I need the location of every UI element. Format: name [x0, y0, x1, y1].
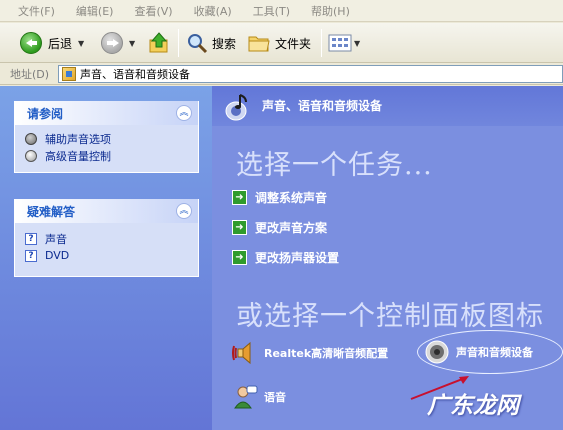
back-dropdown-icon[interactable]: ▼ — [78, 39, 84, 48]
icon-realtek-hd-audio[interactable]: Realtek高清晰音频配置 — [232, 340, 388, 366]
menu-edit[interactable]: 编辑(E) — [76, 3, 114, 19]
up-folder-icon — [149, 32, 168, 53]
up-folder-button[interactable] — [148, 29, 170, 57]
task-label: 更改扬声器设置 — [255, 251, 340, 265]
task-heading: 选择一个任务... — [236, 150, 433, 181]
address-value: 声音、语音和音频设备 — [80, 68, 190, 81]
icon-speech[interactable]: 语音 — [232, 384, 286, 410]
menu-view[interactable]: 查看(V) — [134, 3, 172, 19]
collapse-chevron-icon[interactable]: ︽ — [176, 105, 192, 121]
address-field[interactable]: 声音、语音和音频设备 — [58, 65, 563, 83]
see-also-panel: 请参阅 ︽ 辅助声音选项 高级音量控制 — [14, 101, 199, 173]
link-label: 声音 — [45, 232, 67, 246]
volume-icon — [25, 149, 37, 162]
category-title: 声音、语音和音频设备 — [262, 99, 383, 113]
see-also-body: 辅助声音选项 高级音量控制 — [15, 125, 198, 172]
collapse-chevron-icon[interactable]: ︽ — [176, 203, 192, 219]
help-question-icon: ? — [25, 232, 37, 245]
speaker-icon — [232, 341, 251, 365]
link-label: 辅助声音选项 — [45, 132, 111, 146]
views-grid-icon — [328, 34, 352, 52]
menu-bar: 文件(F) 编辑(E) 查看(V) 收藏(A) 工具(T) 帮助(H) — [0, 0, 563, 22]
address-label: 地址(D) — [10, 67, 50, 81]
search-button[interactable]: 搜索 — [186, 29, 236, 57]
highlight-ellipse — [417, 330, 563, 374]
task-change-speaker-settings[interactable]: ➜ 更改扬声器设置 — [232, 249, 339, 266]
see-also-title: 请参阅 — [27, 106, 64, 121]
troubleshoot-panel: 疑难解答 ︽ ? 声音 ? DVD — [14, 199, 199, 277]
toolbar-separator — [321, 29, 322, 57]
watermark-text: 广东龙网 — [427, 392, 519, 419]
speech-person-icon — [234, 385, 258, 409]
task-label: 调整系统声音 — [255, 191, 328, 205]
toolbar-separator — [178, 29, 179, 57]
menu-file[interactable]: 文件(F) — [18, 3, 55, 19]
green-arrow-icon: ➜ — [232, 220, 247, 235]
menu-tools[interactable]: 工具(T) — [253, 3, 290, 19]
folders-label: 文件夹 — [275, 36, 312, 51]
icon-label: 语音 — [264, 391, 286, 404]
search-icon — [188, 34, 208, 54]
troubleshoot-title: 疑难解答 — [27, 204, 76, 219]
control-panel-heading: 或选择一个控制面板图标 — [236, 301, 544, 332]
link-accessibility-sound[interactable]: 辅助声音选项 — [25, 130, 188, 147]
green-arrow-icon: ➜ — [232, 250, 247, 265]
control-panel-window: 文件(F) 编辑(E) 查看(V) 收藏(A) 工具(T) 帮助(H) 后退 ▼… — [0, 0, 563, 430]
forward-button[interactable]: ▼ — [101, 29, 135, 57]
forward-arrow-icon — [101, 32, 123, 54]
forward-dropdown-icon[interactable]: ▼ — [129, 39, 135, 48]
task-label: 更改声音方案 — [255, 221, 328, 235]
folder-icon — [248, 36, 270, 52]
see-also-header[interactable]: 请参阅 ︽ — [15, 101, 198, 125]
help-question-icon: ? — [25, 249, 37, 262]
folders-button[interactable]: 文件夹 — [248, 29, 311, 57]
green-arrow-icon: ➜ — [232, 190, 247, 205]
icon-label: Realtek高清晰音频配置 — [264, 347, 389, 360]
accessibility-icon — [25, 132, 37, 145]
link-troubleshoot-dvd[interactable]: ? DVD — [25, 247, 188, 264]
category-header: 声音、语音和音频设备 — [212, 86, 563, 126]
views-button[interactable]: ▼ — [328, 29, 360, 57]
search-label: 搜索 — [212, 36, 237, 51]
back-button[interactable]: 后退 ▼ — [20, 29, 84, 57]
link-volume-control[interactable]: 高级音量控制 — [25, 147, 188, 164]
address-bar: 地址(D) 声音、语音和音频设备 — [0, 63, 563, 85]
back-label: 后退 — [48, 36, 73, 51]
music-note-speaker-icon — [225, 94, 247, 121]
task-pane: 请参阅 ︽ 辅助声音选项 高级音量控制 疑难解答 ︽ ? 声音 ? DVD — [0, 86, 212, 430]
link-troubleshoot-sound[interactable]: ? 声音 — [25, 230, 188, 247]
control-panel-icon — [62, 67, 76, 81]
menu-favorites[interactable]: 收藏(A) — [194, 3, 232, 19]
category-content: 声音、语音和音频设备 选择一个任务... ➜ 调整系统声音 ➜ 更改声音方案 ➜… — [212, 86, 563, 430]
troubleshoot-body: ? 声音 ? DVD — [15, 223, 198, 276]
link-label: 高级音量控制 — [45, 149, 111, 163]
troubleshoot-header[interactable]: 疑难解答 ︽ — [15, 199, 198, 223]
back-arrow-icon — [20, 32, 42, 54]
link-label: DVD — [45, 249, 70, 262]
task-adjust-system-sound[interactable]: ➜ 调整系统声音 — [232, 189, 327, 206]
menu-help[interactable]: 帮助(H) — [311, 3, 350, 19]
task-change-sound-scheme[interactable]: ➜ 更改声音方案 — [232, 219, 327, 236]
views-dropdown-icon[interactable]: ▼ — [354, 39, 360, 48]
toolbar: 后退 ▼ ▼ 搜索 文件夹 ▼ — [0, 23, 563, 63]
